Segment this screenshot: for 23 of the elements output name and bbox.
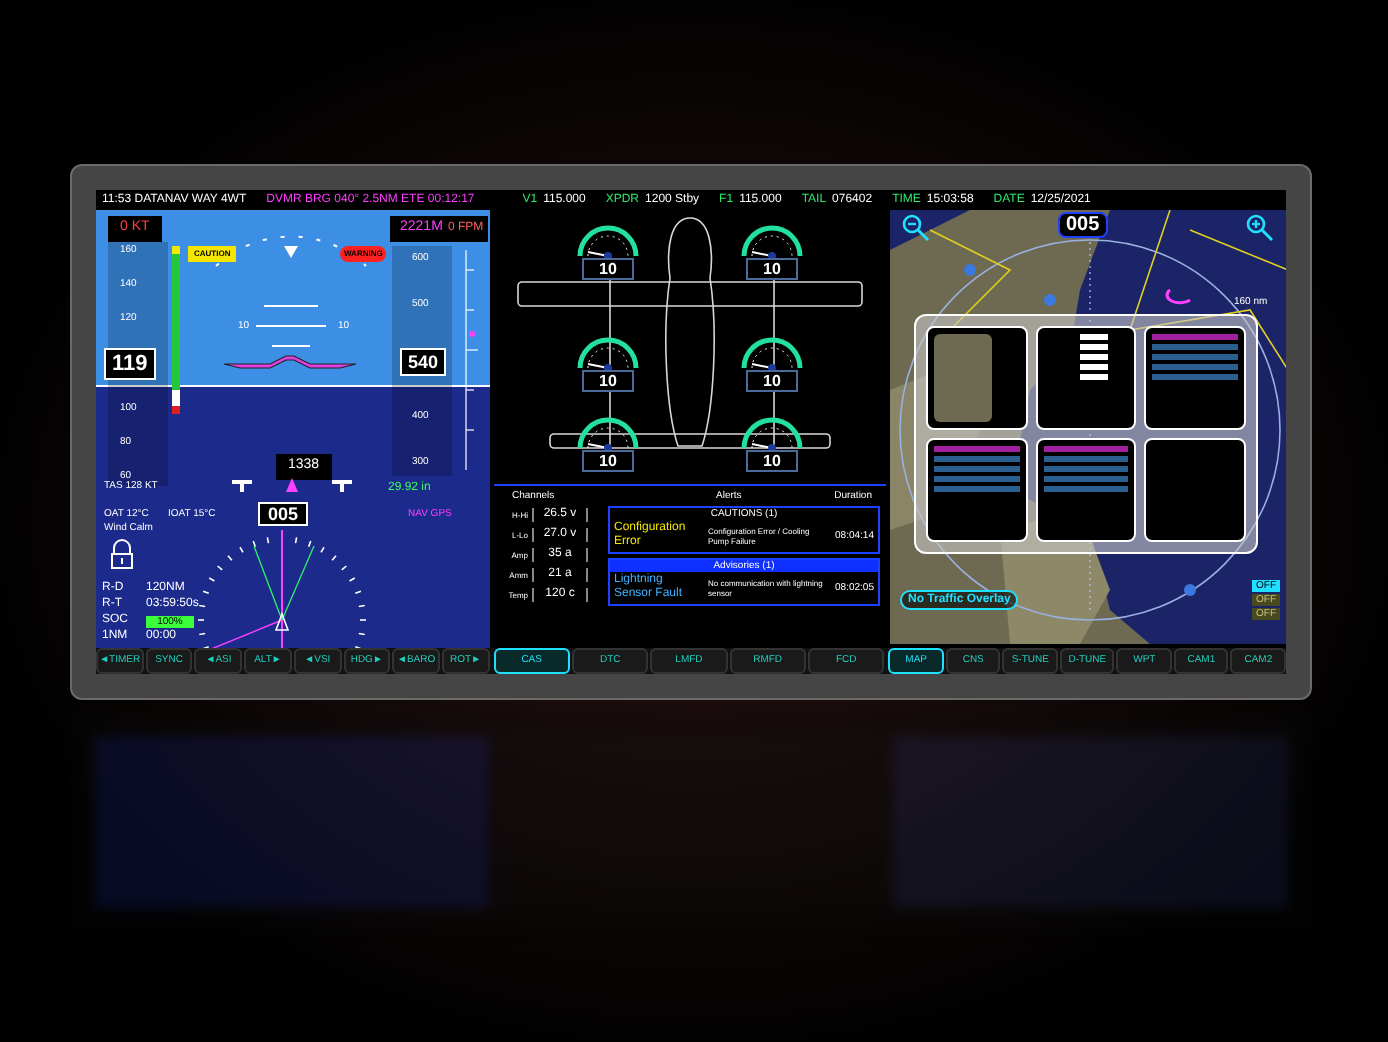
page-thumbnail[interactable]	[1035, 326, 1137, 430]
page-thumbnail[interactable]	[1144, 326, 1246, 430]
gauge-readout: 10	[746, 258, 798, 280]
airspeed-readout: 119	[104, 348, 156, 380]
gauge-readout: 10	[582, 450, 634, 472]
flight-director-icon	[232, 476, 352, 496]
page-thumbnail[interactable]	[1035, 438, 1137, 542]
gauge-readout: 10	[746, 370, 798, 392]
aircraft-symbol-icon	[220, 354, 360, 374]
lock-icon	[110, 538, 134, 570]
heading-readout: 005	[1058, 212, 1108, 238]
zoom-in-icon	[1246, 214, 1274, 242]
gauge-readout: 10	[582, 370, 634, 392]
heading-readout: 005	[258, 502, 309, 526]
gauge-readout: 10	[746, 450, 798, 472]
altitude-readout: 540	[400, 347, 447, 375]
page-thumbnail[interactable]	[926, 326, 1028, 430]
gauge-readout: 10	[582, 258, 634, 280]
zoom-out-icon	[902, 214, 930, 242]
vertical-speed-scale-icon	[464, 250, 484, 470]
page-thumbnail[interactable]	[1144, 438, 1246, 542]
page-thumbnail[interactable]	[926, 438, 1028, 542]
speed-band-icon	[172, 246, 180, 414]
